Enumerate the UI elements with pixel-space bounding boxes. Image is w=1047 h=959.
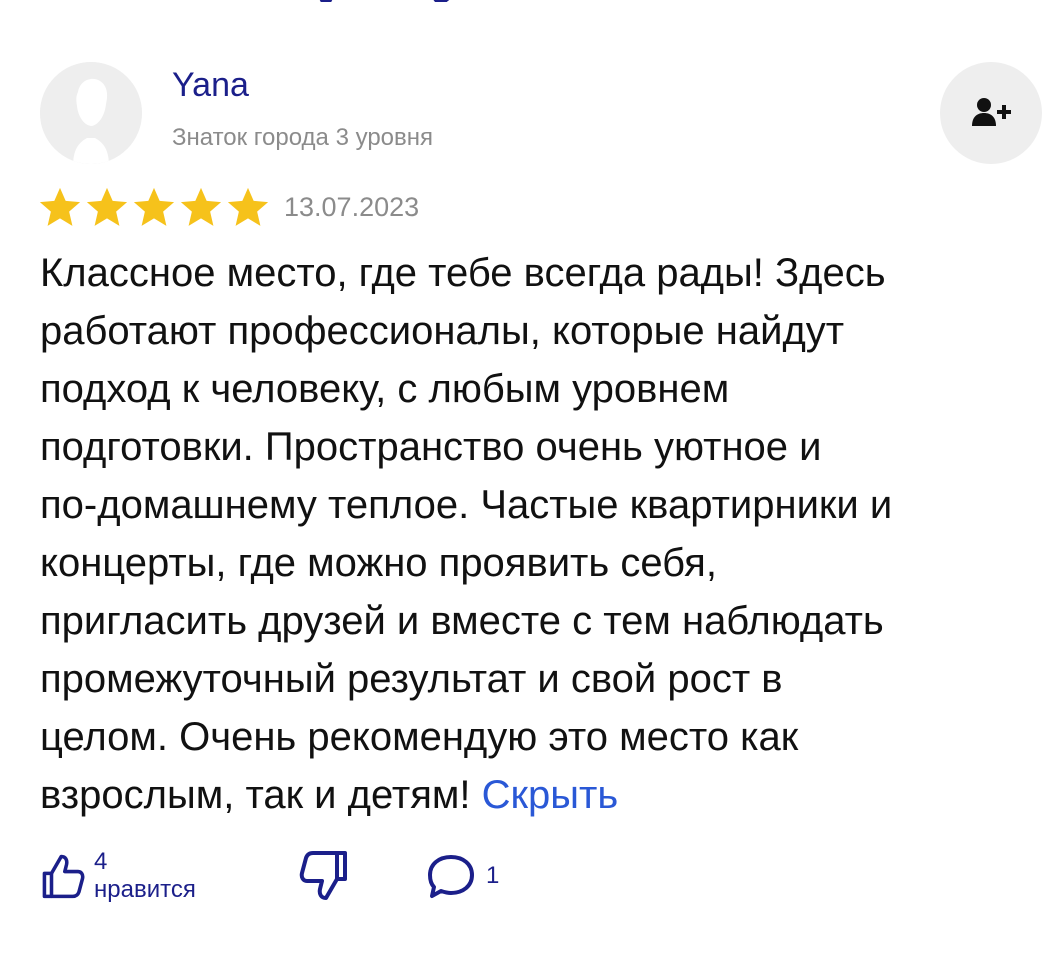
- review-text-line: по-домашнему теплое. Частые квартирники …: [40, 483, 893, 527]
- previous-review-actions-remnant: [319, 0, 450, 2]
- star-rating: [38, 186, 273, 230]
- review-text-line: работают профессионалы, которые найдут: [40, 309, 845, 353]
- like-button[interactable]: 4 нравится: [40, 846, 202, 906]
- comments-count: 1: [486, 862, 500, 889]
- hide-link[interactable]: Скрыть: [482, 773, 619, 817]
- review-text-line: пригласить друзей и вместе с тем наблюда…: [40, 599, 884, 643]
- add-user-icon: [972, 98, 1011, 126]
- review-text-line: концерты, где можно проявить себя,: [40, 541, 717, 585]
- review-text-line: промежуточный результат и свой рост в: [40, 657, 783, 701]
- star-icon: [227, 187, 269, 226]
- review-text: Классное место, где тебе всегда рады! Зд…: [40, 244, 1040, 824]
- author-name[interactable]: Yana: [172, 68, 249, 102]
- review-date: 13.07.2023: [284, 192, 420, 222]
- review-text-last-line: взрослым, так и детям! Скрыть: [40, 766, 1040, 824]
- thumbs-up-icon: [42, 854, 85, 899]
- review-text-line: целом. Очень рекомендую это место как: [40, 715, 799, 759]
- subscribe-button[interactable]: [940, 62, 1042, 164]
- dislike-button[interactable]: [298, 846, 350, 906]
- star-icon: [133, 187, 175, 226]
- author-avatar[interactable]: [40, 62, 142, 164]
- review-text-line: Классное место, где тебе всегда рады! Зд…: [40, 251, 886, 295]
- default-avatar-icon: [40, 62, 142, 164]
- star-icon: [39, 187, 81, 226]
- comment-icon: [428, 855, 474, 898]
- likes-count: 4 нравится: [94, 848, 196, 903]
- star-icon: [86, 187, 128, 226]
- review-text-line: подготовки. Пространство очень уютное и: [40, 425, 822, 469]
- review-text-line: взрослым, так и детям!: [40, 773, 471, 817]
- author-level: Знаток города 3 уровня: [172, 124, 434, 151]
- star-icon: [180, 187, 222, 226]
- review-text-line: подход к человеку, с любым уровнем: [40, 367, 730, 411]
- comment-button[interactable]: 1: [424, 846, 499, 906]
- thumbs-down-icon: [299, 851, 347, 900]
